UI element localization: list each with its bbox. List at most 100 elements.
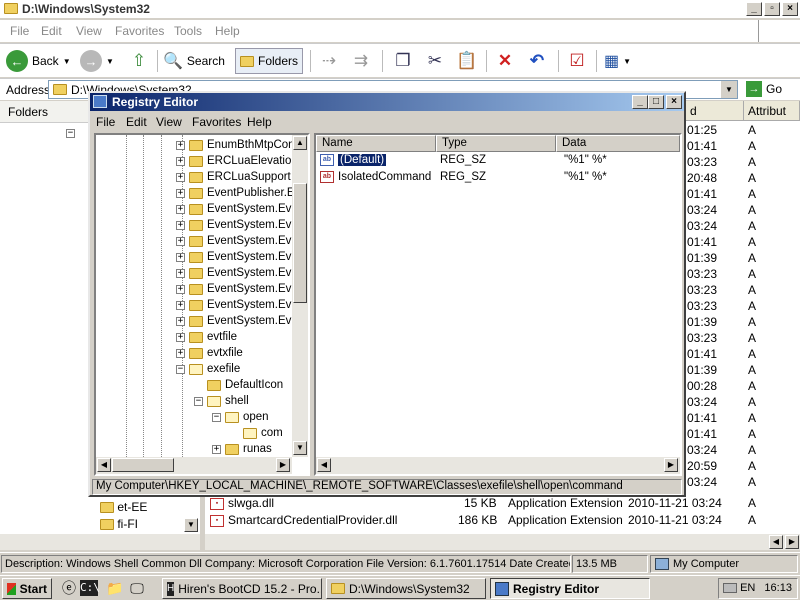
collapse-icon[interactable]: − [66, 129, 75, 138]
left-horizontal-scrollbar[interactable] [0, 534, 200, 550]
expand-icon[interactable]: + [176, 348, 185, 358]
scroll-left-icon[interactable]: ◀ [97, 458, 111, 472]
registry-key-evtxfile[interactable]: + evtxfile [176, 345, 243, 361]
tree-horizontal-scrollbar[interactable]: ◀ ▶ [96, 457, 292, 474]
delete-icon[interactable]: ✕ [494, 50, 516, 72]
scroll-thumb[interactable] [293, 183, 307, 303]
task-explorer-system32[interactable]: D:\Windows\System32 [326, 578, 486, 599]
undo-icon[interactable]: ↶ [526, 50, 548, 72]
column-name[interactable]: Name [316, 135, 436, 152]
clock[interactable]: 16:13 [764, 582, 792, 594]
language-indicator[interactable]: EN [740, 582, 755, 594]
registry-key-eventsystem-ev[interactable]: + EventSystem.Ev [176, 217, 291, 233]
properties-icon[interactable]: ☑ [566, 50, 588, 72]
cut-icon[interactable]: ✂ [424, 50, 446, 72]
collapse-icon[interactable]: − [176, 364, 185, 374]
registry-key-eventsystem-ev[interactable]: + EventSystem.Ev [176, 201, 291, 217]
start-button[interactable]: Start [2, 578, 52, 599]
registry-key-ercluaelevatio[interactable]: + ERCLuaElevatio [176, 153, 291, 169]
expand-icon[interactable]: + [176, 204, 185, 214]
back-button[interactable]: ← Back ▼ [6, 48, 71, 74]
forward-button[interactable]: → ▼ [80, 48, 114, 74]
scroll-down-icon[interactable]: ▼ [184, 518, 198, 532]
expand-icon[interactable]: + [176, 188, 185, 198]
menu-favorites[interactable]: Favorites [115, 24, 164, 38]
registry-key-eventsystem-ev[interactable]: + EventSystem.Ev [176, 233, 291, 249]
folder-tree-item[interactable]: et-EE [100, 500, 147, 516]
expand-icon[interactable]: + [212, 444, 221, 454]
scroll-right-icon[interactable]: ▶ [664, 458, 678, 472]
registry-key-shell[interactable]: − shell [194, 393, 249, 409]
expand-icon[interactable]: + [176, 300, 185, 310]
expand-icon[interactable]: + [176, 316, 185, 326]
tree-vertical-scrollbar[interactable]: ▲ ▼ [292, 135, 308, 457]
copy-icon[interactable]: ❐ [392, 50, 414, 72]
column-type[interactable]: Type [436, 135, 556, 152]
column-data[interactable]: Data [556, 135, 680, 152]
value-row[interactable]: ab IsolatedCommand REG_SZ "%1" %* [320, 171, 680, 187]
registry-key-eventsystem-ev[interactable]: + EventSystem.Ev [176, 313, 291, 329]
reg-maximize-button[interactable]: □ [648, 95, 664, 109]
right-horizontal-scrollbar[interactable]: ◀ ▶ [205, 534, 800, 550]
menu-help[interactable]: Help [215, 24, 240, 38]
explorer-icon[interactable]: 📁 [104, 577, 126, 599]
reg-menu-file[interactable]: File [96, 115, 115, 129]
expand-icon[interactable]: + [176, 284, 185, 294]
registry-key-ercluasupport[interactable]: + ERCLuaSupport [176, 169, 291, 185]
paste-icon[interactable]: 📋 [456, 50, 478, 72]
registry-key-eventsystem-ev[interactable]: + EventSystem.Ev [176, 265, 291, 281]
move-to-icon[interactable]: ⇢ [318, 50, 340, 72]
scroll-right-icon[interactable]: ▶ [785, 535, 799, 549]
expand-icon[interactable]: + [176, 252, 185, 262]
list-horizontal-scrollbar[interactable]: ◀ ▶ [316, 457, 680, 474]
registry-key-com[interactable]: com [230, 425, 283, 441]
menu-tools[interactable]: Tools [174, 24, 202, 38]
maximize-button[interactable]: ▫ [764, 2, 780, 16]
registry-key-defaulticon[interactable]: DefaultIcon [194, 377, 283, 393]
column-attributes[interactable]: Attribut [744, 101, 800, 121]
column-date[interactable]: d [686, 101, 744, 121]
reg-menu-favorites[interactable]: Favorites [192, 115, 241, 129]
registry-key-eventpublisher-e[interactable]: + EventPublisher.E [176, 185, 295, 201]
file-row[interactable]: ▪ SmartcardCredentialProvider.dll 186 KB… [210, 513, 756, 529]
task-hirens-bootcd[interactable]: H Hiren's BootCD 15.2 - Pro... [162, 578, 322, 599]
registry-key-eventsystem-ev[interactable]: + EventSystem.Ev [176, 281, 291, 297]
registry-key-evtfile[interactable]: + evtfile [176, 329, 237, 345]
ie-icon[interactable]: ⓔ [58, 577, 80, 599]
registry-key-exefile[interactable]: − exefile [176, 361, 240, 377]
show-desktop-icon[interactable]: 🖵 [126, 577, 148, 599]
registry-key-enumbthmtpcon[interactable]: + EnumBthMtpCon [176, 137, 295, 153]
expand-icon[interactable]: + [176, 156, 185, 166]
scroll-up-icon[interactable]: ▲ [293, 136, 307, 150]
reg-menu-edit[interactable]: Edit [126, 115, 147, 129]
file-row[interactable]: ▪ slwga.dll 15 KB Application Extension … [210, 496, 756, 512]
task-registry-editor[interactable]: Registry Editor [490, 578, 650, 599]
scroll-left-icon[interactable]: ◀ [769, 535, 783, 549]
up-folder-icon[interactable]: ⇧ [128, 50, 150, 72]
menu-view[interactable]: View [76, 24, 102, 38]
menu-file[interactable]: File [10, 24, 29, 38]
menu-edit[interactable]: Edit [41, 24, 62, 38]
views-button[interactable]: ▦ ▼ [604, 48, 631, 74]
registry-key-eventsystem-ev[interactable]: + EventSystem.Ev [176, 297, 291, 313]
close-button[interactable]: × [782, 2, 798, 16]
expand-icon[interactable]: + [176, 172, 185, 182]
expand-icon[interactable]: + [176, 220, 185, 230]
expand-icon[interactable]: + [176, 332, 185, 342]
value-row[interactable]: ab (Default) REG_SZ "%1" %* [320, 153, 680, 170]
reg-menu-help[interactable]: Help [247, 115, 272, 129]
collapse-icon[interactable]: − [194, 396, 203, 406]
reg-menu-view[interactable]: View [156, 115, 182, 129]
address-dropdown-icon[interactable]: ▼ [721, 81, 737, 98]
search-button[interactable]: 🔍 Search [163, 48, 225, 74]
reg-minimize-button[interactable]: _ [632, 95, 648, 109]
scroll-down-icon[interactable]: ▼ [293, 441, 307, 455]
minimize-button[interactable]: _ [746, 2, 762, 16]
cmd-icon[interactable]: C:\ [80, 580, 100, 596]
collapse-icon[interactable]: − [212, 412, 221, 422]
scroll-right-icon[interactable]: ▶ [276, 458, 290, 472]
folders-button[interactable]: Folders [235, 48, 304, 74]
scroll-thumb[interactable] [112, 458, 174, 472]
expand-icon[interactable]: + [176, 236, 185, 246]
expand-icon[interactable]: + [176, 140, 185, 150]
